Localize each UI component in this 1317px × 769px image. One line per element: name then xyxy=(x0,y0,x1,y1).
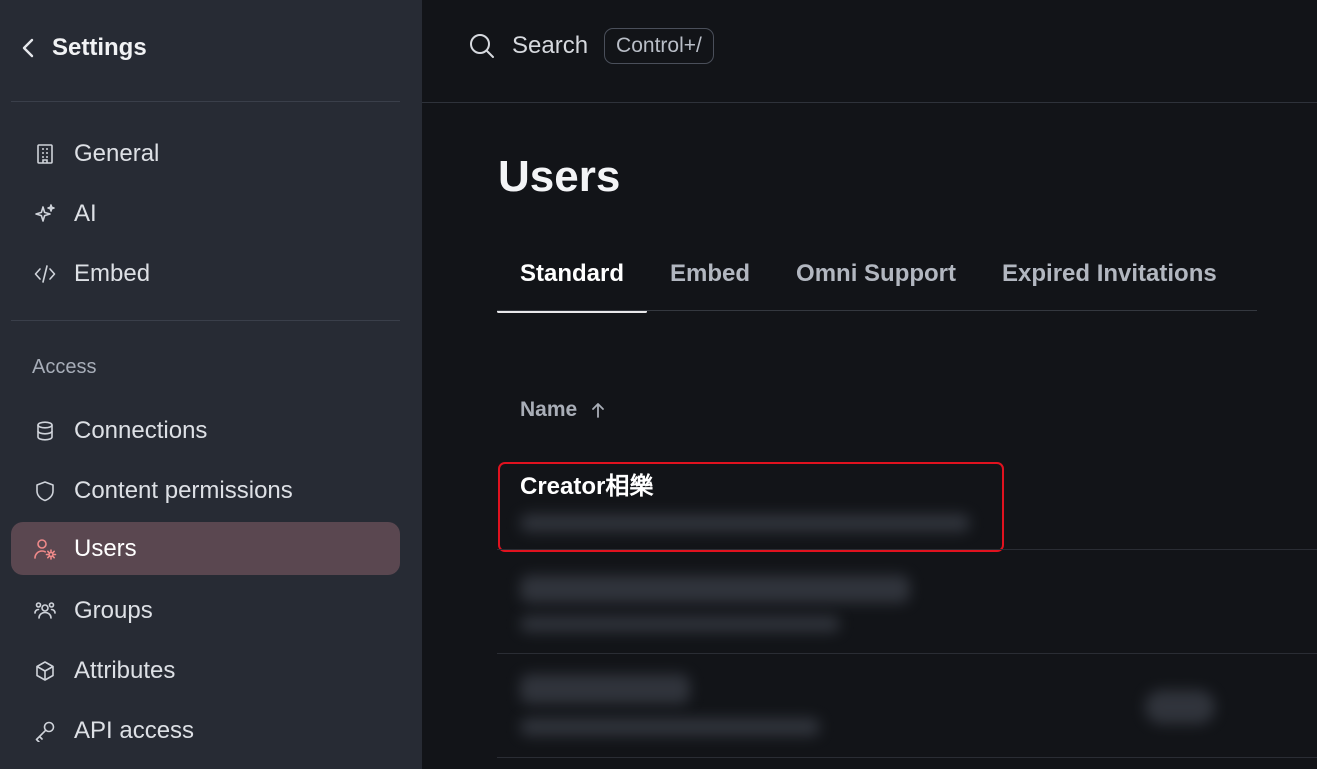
back-button[interactable] xyxy=(18,34,38,62)
tab-embed[interactable]: Embed xyxy=(647,250,773,312)
chevron-left-icon xyxy=(22,38,34,58)
keyboard-shortcut-badge: Control+/ xyxy=(604,28,714,64)
sort-ascending-icon xyxy=(591,401,605,419)
sidebar-item-label: Users xyxy=(74,534,137,562)
sidebar-item-api-access[interactable]: API access xyxy=(11,704,400,757)
sidebar-title: Settings xyxy=(52,34,147,61)
sidebar-item-label: Connections xyxy=(74,416,208,444)
sidebar-item-label: Attributes xyxy=(74,656,176,684)
sidebar-item-label: Embed xyxy=(74,259,151,287)
tab-expired-invitations[interactable]: Expired Invitations xyxy=(979,250,1240,312)
page-title: Users xyxy=(498,152,621,201)
sidebar-item-label: AI xyxy=(74,199,97,227)
redacted-email xyxy=(520,616,840,632)
search-label: Search xyxy=(512,32,589,59)
redacted-name xyxy=(520,575,910,603)
redacted-badge xyxy=(1145,690,1215,724)
shield-icon xyxy=(33,479,57,503)
sidebar-item-label: Content permissions xyxy=(74,476,293,504)
user-gear-icon xyxy=(33,537,57,561)
top-bar: Search Control+/ xyxy=(422,0,1317,103)
tab-omni-support[interactable]: Omni Support xyxy=(773,250,979,312)
search-icon xyxy=(470,34,494,58)
redacted-name xyxy=(520,674,690,704)
users-group-icon xyxy=(33,599,57,623)
key-icon xyxy=(33,719,57,743)
sparkles-icon xyxy=(33,202,57,226)
sidebar-item-attributes[interactable]: Attributes xyxy=(11,644,400,697)
column-header-label: Name xyxy=(520,398,578,421)
tab-standard[interactable]: Standard xyxy=(497,250,648,313)
sidebar-item-label: Groups xyxy=(74,596,153,624)
user-tabs: Standard Embed Omni Support Expired Invi… xyxy=(497,250,1240,313)
highlight-box xyxy=(498,462,1004,552)
cube-icon xyxy=(33,659,57,683)
sidebar-item-embed[interactable]: Embed xyxy=(11,247,400,300)
building-icon xyxy=(33,142,57,166)
sidebar-item-general[interactable]: General xyxy=(11,127,400,180)
column-header-name[interactable]: Name xyxy=(520,398,605,422)
section-label-access: Access xyxy=(32,356,97,378)
sidebar-header: Settings xyxy=(0,0,422,96)
tabs-divider xyxy=(497,310,1257,311)
sidebar-divider xyxy=(11,320,400,321)
redacted-email xyxy=(520,718,820,736)
sidebar-item-label: API access xyxy=(74,716,195,744)
sidebar-item-users[interactable]: Users xyxy=(11,522,400,575)
sidebar-item-label: General xyxy=(74,139,160,167)
database-icon xyxy=(33,419,57,443)
sidebar-divider xyxy=(11,101,400,102)
row-divider xyxy=(497,757,1317,758)
sidebar-item-ai[interactable]: AI xyxy=(11,187,400,240)
search-trigger[interactable]: Search Control+/ xyxy=(468,26,714,66)
settings-sidebar: Settings General AI Embed Access Connect… xyxy=(0,0,422,769)
sidebar-item-groups[interactable]: Groups xyxy=(11,584,400,637)
sidebar-item-content-permissions[interactable]: Content permissions xyxy=(11,464,400,517)
sidebar-item-connections[interactable]: Connections xyxy=(11,404,400,457)
code-icon xyxy=(33,262,57,286)
